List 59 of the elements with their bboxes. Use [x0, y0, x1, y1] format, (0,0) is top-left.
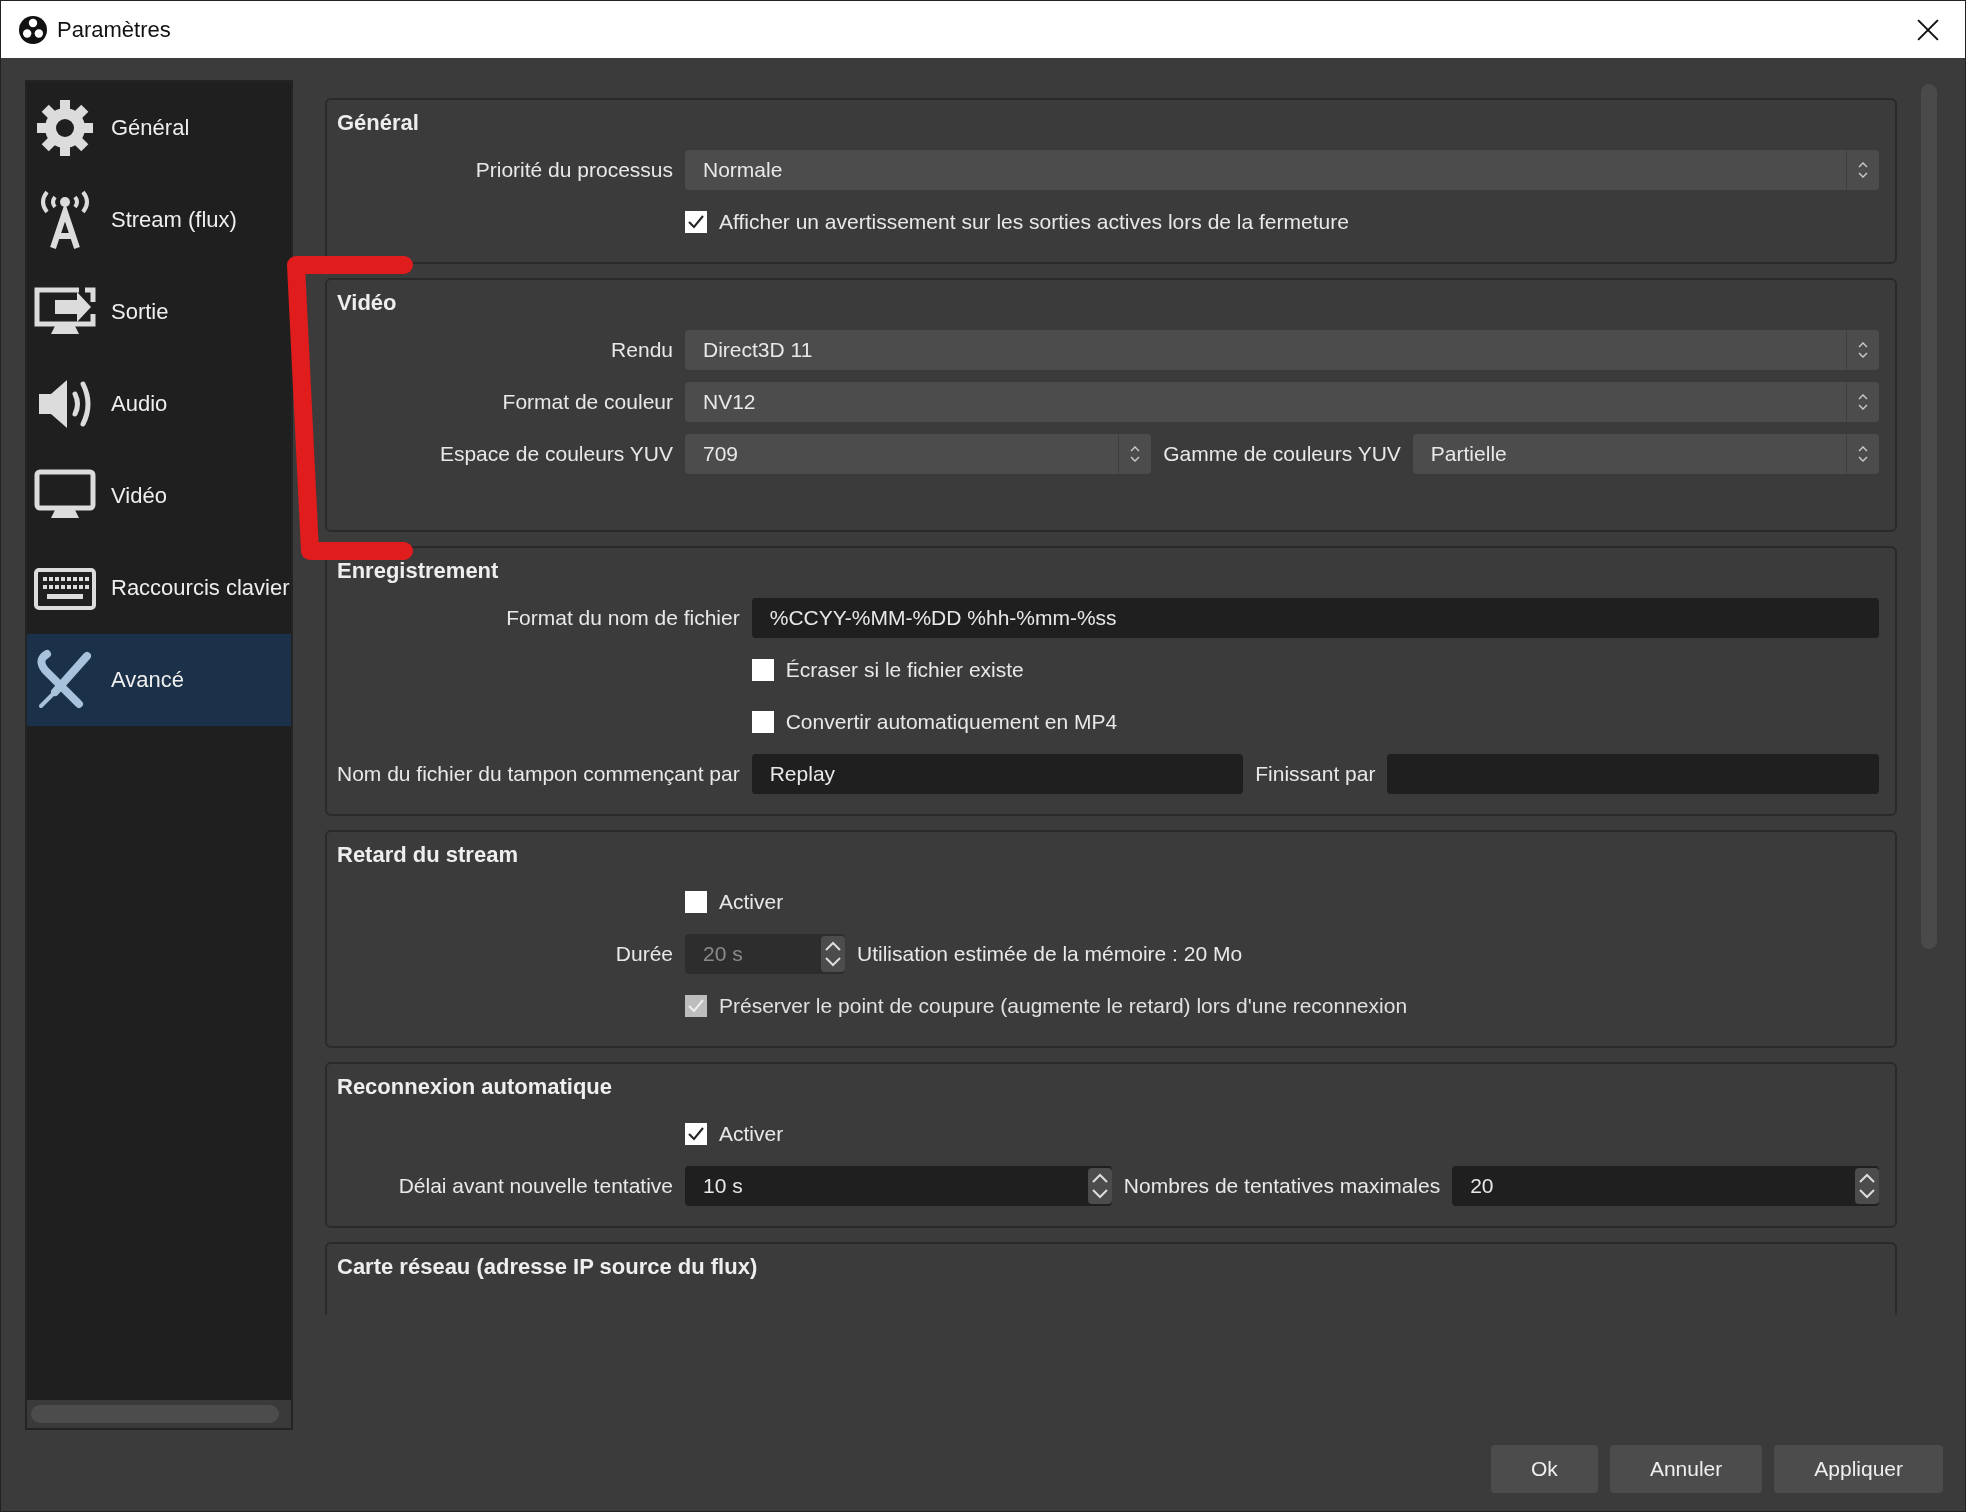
text-field[interactable]: Replay	[751, 754, 1244, 794]
field-label: Durée	[615, 942, 673, 966]
group-title: Reconnexion automatique	[337, 1073, 614, 1101]
info-text: Utilisation estimée de la mémoire : 20 Mo	[857, 942, 1243, 966]
app-logo-icon	[19, 15, 47, 44]
field-label: Format du nom de fichier	[506, 606, 740, 630]
spin-box[interactable]: 10 s	[685, 1166, 1112, 1206]
dialog-button[interactable]: Ok	[1491, 1445, 1598, 1493]
dropdown[interactable]: Normale	[685, 150, 1879, 190]
dialog-button[interactable]: Annuler	[1609, 1445, 1763, 1493]
field-label: Gamme de couleurs YUV	[1163, 442, 1401, 466]
group-title: Retard du stream	[337, 841, 519, 869]
dropdown[interactable]: 709	[685, 434, 1152, 474]
group-title: Enregistrement	[337, 557, 500, 585]
text-field[interactable]: %CCYY-%MM-%DD %hh-%mm-%ss	[751, 598, 1879, 638]
sidebar-item[interactable]: Sortie	[27, 266, 291, 358]
spin-box[interactable]: 20	[1452, 1166, 1879, 1206]
group-title: Vidéo	[337, 289, 398, 317]
checkbox[interactable]	[685, 1123, 707, 1145]
field-label: Priorité du processus	[475, 158, 673, 182]
up-down-icon[interactable]	[1855, 1168, 1879, 1204]
window-title: Paramètres	[57, 16, 172, 43]
field-label: Nombres de tentatives maximales	[1123, 1174, 1441, 1198]
close-icon[interactable]	[1917, 18, 1939, 41]
chevron-icon	[1129, 444, 1142, 464]
checkbox[interactable]	[751, 711, 774, 733]
dropdown[interactable]: NV12	[685, 382, 1879, 422]
dropdown[interactable]: Direct3D 11	[685, 330, 1879, 370]
field-label: Rendu	[611, 338, 673, 362]
field-label: Finissant par	[1255, 762, 1376, 786]
checkbox-label: Afficher un avertissement sur les sorties actives lors de la fermeture	[719, 210, 1349, 234]
sidebar-item[interactable]: Général	[27, 82, 291, 174]
chevron-icon	[1857, 160, 1869, 180]
chevron-icon	[1857, 444, 1869, 464]
checkbox-label: Activer	[719, 1122, 784, 1146]
field-label: Nom du fichier du tampon commençant par	[337, 762, 740, 786]
checkbox-label: Écraser si le fichier existe	[785, 658, 1024, 682]
chevron-icon	[1857, 340, 1869, 360]
sidebar-item[interactable]: Stream (flux)	[27, 174, 291, 266]
group-title: Carte réseau (adresse IP source du flux)	[337, 1253, 759, 1281]
sidebar-item[interactable]: Avancé	[27, 634, 291, 726]
text-field[interactable]	[1387, 754, 1879, 794]
checkbox[interactable]	[751, 659, 774, 681]
sidebar-item[interactable]: Audio	[27, 358, 291, 450]
checkbox-label: Activer	[719, 890, 784, 914]
field-label: Espace de couleurs YUV	[439, 442, 673, 466]
group-title: Général	[337, 109, 420, 137]
checkbox-label: Préserver le point de coupure (augmente le retard) lors d'une reconnexion	[719, 994, 1408, 1018]
field-label: Format de couleur	[502, 390, 673, 414]
dropdown[interactable]: Partielle	[1412, 434, 1879, 474]
checkbox[interactable]	[685, 211, 707, 233]
dialog-button[interactable]: Appliquer	[1774, 1445, 1943, 1493]
field-label: Délai avant nouvelle tentative	[398, 1174, 673, 1198]
checkbox[interactable]	[685, 891, 707, 913]
checkbox-label: Convertir automatiquement en MP4	[785, 710, 1118, 734]
sidebar-item[interactable]: Vidéo	[27, 450, 291, 542]
sidebar-item[interactable]: Raccourcis clavier	[27, 542, 291, 634]
up-down-icon[interactable]	[1087, 1168, 1112, 1204]
chevron-icon	[1857, 392, 1869, 412]
